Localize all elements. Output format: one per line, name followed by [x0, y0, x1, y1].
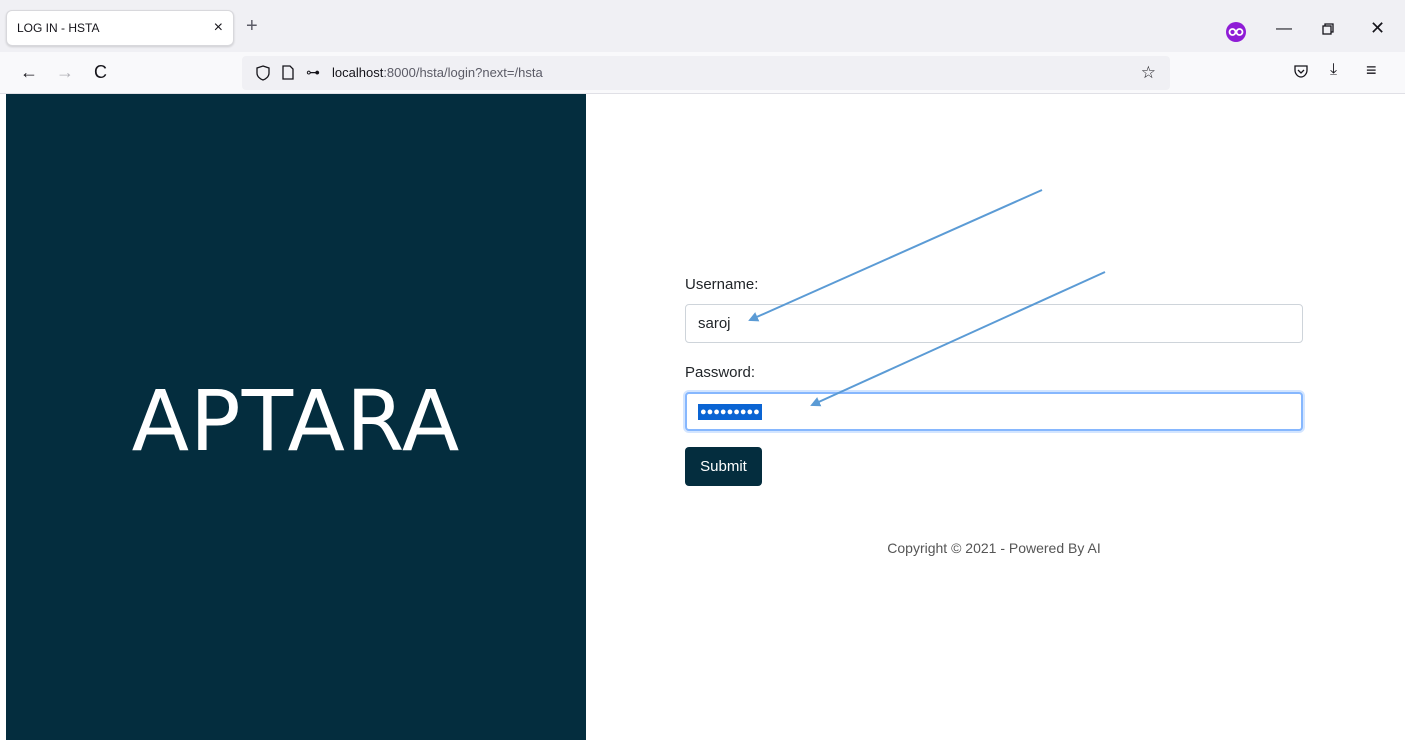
restore-icon[interactable] [1322, 22, 1334, 40]
bookmark-star-icon[interactable]: ☆ [1141, 63, 1156, 83]
username-label: Username: [685, 276, 759, 293]
browser-tab-strip: LOG IN - HSTA × + — ✕ [0, 0, 1405, 52]
password-label: Password: [685, 364, 756, 381]
brand-logo-text: APTARA [131, 372, 461, 470]
new-tab-icon[interactable]: + [246, 16, 258, 36]
reload-icon[interactable]: C [94, 62, 107, 82]
url-text[interactable]: localhost:8000/hsta/login?next=/hsta [332, 65, 543, 80]
browser-tab[interactable]: LOG IN - HSTA × [6, 10, 234, 46]
window-close-icon[interactable]: ✕ [1370, 18, 1385, 39]
password-input[interactable]: ●●●●●●●●● [685, 392, 1303, 431]
page-info-icon[interactable] [282, 65, 294, 85]
forward-icon[interactable]: → [56, 62, 74, 82]
address-bar[interactable]: ⊶ localhost:8000/hsta/login?next=/hsta ☆ [242, 56, 1170, 90]
browser-nav-bar: ← → C ⊶ localhost:8000/hsta/login?next=/… [0, 52, 1405, 94]
shield-icon[interactable] [256, 65, 270, 86]
minimize-icon[interactable]: — [1276, 20, 1292, 38]
menu-icon[interactable]: ≡ [1366, 60, 1377, 81]
key-icon[interactable]: ⊶ [306, 64, 320, 81]
username-input[interactable]: saroj [685, 304, 1303, 343]
back-icon[interactable]: ← [20, 62, 38, 82]
brand-panel: APTARA [6, 94, 586, 740]
download-icon[interactable]: ⤓ [1330, 61, 1337, 79]
copyright-text: Copyright © 2021 - Powered By AI [887, 540, 1101, 556]
submit-button[interactable]: Submit [685, 447, 762, 486]
tab-close-icon[interactable]: × [214, 18, 223, 38]
tab-title: LOG IN - HSTA [17, 21, 100, 35]
login-form: Username: saroj Password: ●●●●●●●●● Subm… [685, 94, 1305, 740]
password-masked-value: ●●●●●●●●● [698, 404, 762, 421]
pocket-icon[interactable] [1294, 64, 1308, 83]
private-browsing-icon[interactable] [1226, 22, 1246, 42]
